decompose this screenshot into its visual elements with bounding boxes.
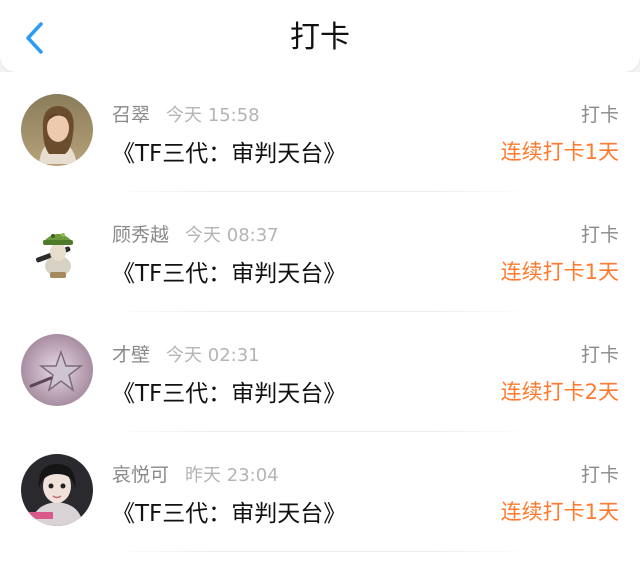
streak-label: 连续打卡1天 bbox=[500, 140, 619, 164]
streak-label: 连续打卡2天 bbox=[500, 380, 619, 404]
user-name: 召翠 今天 15:58 bbox=[112, 104, 260, 126]
checkin-type: 打卡 bbox=[580, 104, 619, 126]
checkin-type: 打卡 bbox=[580, 344, 619, 366]
list-item[interactable]: 召翠 今天 15:58 打卡 《TF三代：审判天台》 连续打卡1天 bbox=[0, 72, 640, 192]
streak-label: 连续打卡1天 bbox=[500, 500, 619, 524]
list-item[interactable]: 哀悦可 昨天 23:04 打卡 《TF三代：审判天台》 连续打卡1天 bbox=[0, 432, 640, 552]
checkin-time: 今天 08:37 bbox=[185, 225, 279, 246]
book-title[interactable]: 《TF三代：审判天台》 bbox=[112, 494, 346, 528]
user-name: 哀悦可 昨天 23:04 bbox=[112, 464, 279, 486]
avatar[interactable] bbox=[21, 94, 93, 166]
checkin-time: 今天 15:58 bbox=[166, 105, 260, 126]
divider bbox=[112, 551, 530, 552]
streak-label: 连续打卡1天 bbox=[500, 260, 619, 284]
book-title[interactable]: 《TF三代：审判天台》 bbox=[112, 254, 346, 288]
book-title[interactable]: 《TF三代：审判天台》 bbox=[112, 374, 346, 408]
list-item[interactable]: 才壁 今天 02:31 打卡 《TF三代：审判天台》 连续打卡2天 bbox=[0, 312, 640, 432]
checkin-type: 打卡 bbox=[580, 224, 619, 246]
list-item[interactable]: 顾秀越 今天 08:37 打卡 《TF三代：审判天台》 连续打卡1天 bbox=[0, 192, 640, 312]
avatar[interactable] bbox=[21, 334, 93, 406]
avatar[interactable] bbox=[21, 214, 93, 286]
checkin-time: 今天 02:31 bbox=[166, 345, 260, 366]
user-name: 才壁 今天 02:31 bbox=[112, 344, 260, 366]
header-bar: 打卡 bbox=[0, 0, 640, 72]
checkin-list: 召翠 今天 15:58 打卡 《TF三代：审判天台》 连续打卡1天 顾秀越 今天 0… bbox=[0, 72, 640, 562]
user-name: 顾秀越 今天 08:37 bbox=[112, 224, 279, 246]
checkin-time: 昨天 23:04 bbox=[185, 465, 279, 486]
avatar[interactable] bbox=[21, 454, 93, 526]
page-title: 打卡 bbox=[290, 20, 350, 55]
book-title[interactable]: 《TF三代：审判天台》 bbox=[112, 134, 346, 168]
checkin-type: 打卡 bbox=[580, 464, 619, 486]
